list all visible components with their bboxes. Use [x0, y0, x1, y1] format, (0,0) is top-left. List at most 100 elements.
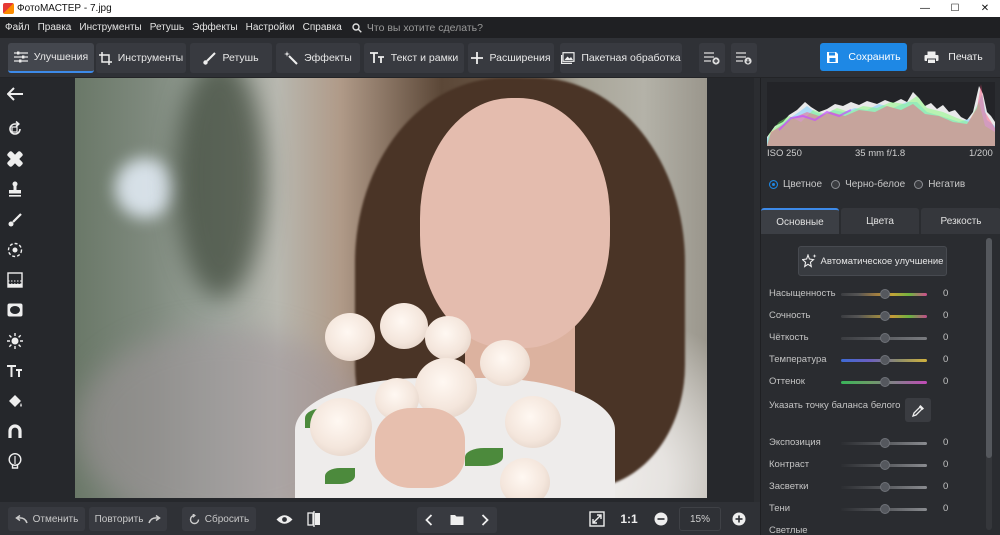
menu-retouch[interactable]: Ретушь [150, 22, 184, 33]
radio-color[interactable] [769, 180, 778, 189]
reset-button[interactable]: Сбросить [182, 507, 256, 531]
bandage-icon [7, 151, 23, 167]
slider-knob[interactable] [880, 289, 890, 299]
tab-enhancements[interactable]: Улучшения [8, 43, 94, 73]
image-canvas[interactable] [30, 78, 754, 502]
fit-to-screen-button[interactable] [586, 507, 608, 531]
zoom-in-icon [732, 512, 746, 526]
back-arrow-icon [7, 87, 23, 101]
zoom-in-button[interactable] [730, 507, 748, 531]
tab-text-frames[interactable]: Текст и рамки [364, 43, 464, 73]
slider-saturation[interactable]: Насыщенность 0 [769, 288, 969, 302]
command-search[interactable]: Что вы хотите сделать? [352, 22, 483, 34]
color-mode-selector: Цветное Черно-белое Негатив [769, 179, 965, 190]
magnet-icon [8, 424, 22, 438]
preview-toggle-button[interactable] [272, 507, 296, 531]
previous-image-button[interactable] [425, 514, 433, 526]
search-icon [352, 22, 362, 33]
zoom-level-field[interactable]: 15% [679, 507, 721, 531]
slider-contrast[interactable]: Контраст 0 [769, 459, 969, 473]
slider-exposure[interactable]: Экспозиция 0 [769, 437, 969, 451]
magic-stars-icon [801, 254, 817, 268]
tab-text-frames-label: Текст и рамки [390, 52, 459, 64]
slider-label: Экспозиция [769, 437, 821, 448]
tab-retouch[interactable]: Ретушь [190, 43, 272, 73]
sliders-icon [13, 51, 28, 63]
app-window: ФотоМАСТЕР - 7.jpg — ☐ ✕ Файл Правка Инс… [0, 0, 1000, 535]
vignette-tool[interactable] [4, 299, 26, 321]
mode-negative-label: Негатив [928, 179, 966, 190]
menu-effects[interactable]: Эффекты [192, 22, 237, 33]
mode-color-label: Цветное [783, 179, 823, 190]
slider-value: 0 [943, 437, 949, 448]
menu-file[interactable]: Файл [5, 22, 30, 33]
slider-shadows[interactable]: Тени 0 [769, 503, 969, 517]
close-button[interactable]: ✕ [970, 0, 1000, 17]
radio-negative[interactable] [914, 180, 924, 189]
load-preset-button[interactable] [731, 43, 757, 73]
histogram [767, 82, 995, 146]
clone-stamp-tool[interactable] [4, 178, 26, 200]
light-tool[interactable] [4, 330, 26, 352]
slider-knob[interactable] [880, 482, 890, 492]
tab-tools-label: Инструменты [117, 52, 184, 64]
scrollbar-thumb[interactable] [986, 238, 992, 458]
menu-edit[interactable]: Правка [38, 22, 72, 33]
radial-filter-tool[interactable] [4, 239, 26, 261]
folder-icon[interactable] [450, 514, 464, 526]
adjustment-brush-tool[interactable] [4, 209, 26, 231]
slider-knob[interactable] [880, 355, 890, 365]
brush-icon [203, 51, 217, 65]
add-preset-button[interactable] [699, 43, 725, 73]
redo-button[interactable]: Повторить [89, 507, 167, 531]
tab-extensions[interactable]: Расширения [468, 43, 554, 73]
white-balance-picker[interactable] [905, 398, 931, 422]
save-button[interactable]: Сохранить [820, 43, 907, 71]
slider-tint[interactable]: Оттенок 0 [769, 376, 969, 390]
slider-clarity[interactable]: Чёткость 0 [769, 332, 969, 346]
tab-tools[interactable]: Инструменты [96, 43, 186, 73]
healing-tool[interactable] [4, 148, 26, 170]
zoom-out-button[interactable] [652, 507, 670, 531]
radio-black-white[interactable] [831, 180, 841, 189]
slider-knob[interactable] [880, 504, 890, 514]
maximize-button[interactable]: ☐ [940, 0, 970, 17]
slider-knob[interactable] [880, 460, 890, 470]
tab-effects[interactable]: Эффекты [276, 43, 360, 73]
menu-tools[interactable]: Инструменты [79, 22, 141, 33]
eye-icon [276, 514, 292, 524]
slider-whites[interactable]: Светлые [769, 525, 969, 535]
menu-settings[interactable]: Настройки [246, 22, 295, 33]
slider-knob[interactable] [880, 438, 890, 448]
panel-scrollbar[interactable] [986, 238, 992, 530]
auto-enhance-button[interactable]: Автоматическое улучшение [798, 246, 947, 276]
print-button[interactable]: Печать [912, 43, 995, 71]
slider-knob[interactable] [880, 311, 890, 321]
tab-basic[interactable]: Основные [761, 208, 839, 234]
edited-photo[interactable] [75, 78, 707, 498]
menu-help[interactable]: Справка [303, 22, 342, 33]
slider-vibrance[interactable]: Сочность 0 [769, 310, 969, 324]
text-tool[interactable] [4, 360, 26, 382]
rotate-tool[interactable] [4, 118, 26, 140]
slider-temperature[interactable]: Температура 0 [769, 354, 969, 368]
tab-colors[interactable]: Цвета [841, 208, 919, 234]
tab-sharpness[interactable]: Резкость [921, 208, 1000, 234]
magnet-tool[interactable] [4, 420, 26, 442]
actual-size-button[interactable]: 1:1 [618, 507, 640, 531]
minimize-button[interactable]: — [910, 0, 940, 17]
hints-tool[interactable] [4, 450, 26, 472]
back-button[interactable] [4, 83, 26, 105]
undo-button[interactable]: Отменить [8, 507, 85, 531]
compare-button[interactable] [304, 507, 324, 531]
search-placeholder: Что вы хотите сделать? [366, 21, 483, 34]
tab-retouch-label: Ретушь [222, 52, 259, 64]
next-image-button[interactable] [481, 514, 489, 526]
gradient-filter-tool[interactable] [4, 269, 26, 291]
slider-knob[interactable] [880, 377, 890, 387]
auto-enhance-label: Автоматическое улучшение [820, 255, 944, 267]
slider-knob[interactable] [880, 333, 890, 343]
fill-tool[interactable] [4, 390, 26, 412]
batch-processing-button[interactable]: Пакетная обработка [560, 43, 682, 73]
slider-highlights[interactable]: Засветки 0 [769, 481, 969, 495]
